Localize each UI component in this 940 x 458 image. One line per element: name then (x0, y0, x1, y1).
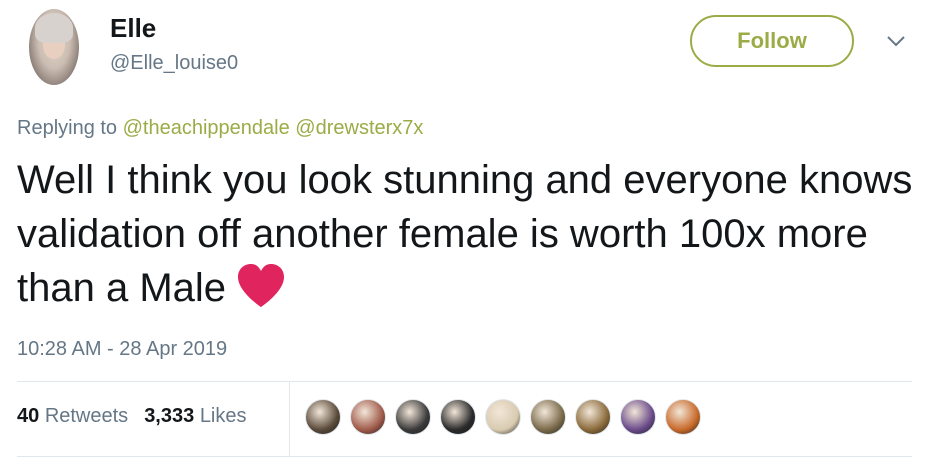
retweets-label: Retweets (44, 405, 129, 427)
replying-to: Replying to @theachippendale @drewsterx7… (17, 117, 423, 140)
divider (17, 381, 912, 382)
liker-avatar-4[interactable] (440, 399, 476, 435)
user-handle[interactable]: @Elle_louise0 (110, 52, 238, 75)
display-name[interactable]: Elle (110, 13, 156, 44)
tweet-timestamp[interactable]: 10:28 AM - 28 Apr 2019 (17, 338, 227, 361)
liker-avatar-2[interactable] (350, 399, 386, 435)
liker-avatar-3[interactable] (395, 399, 431, 435)
heart-icon (238, 264, 285, 307)
tweet-body: Well I think you look stunning and every… (17, 158, 913, 310)
likes-label: Likes (199, 405, 247, 427)
mention-link[interactable]: @drewsterx7x (295, 117, 423, 139)
liker-avatar-9[interactable] (665, 399, 701, 435)
tweet-stats: 40 Retweets 3,333 Likes (17, 405, 247, 428)
retweets-stat[interactable]: 40 Retweets (17, 405, 128, 428)
likers-list (305, 399, 710, 435)
liker-avatar-7[interactable] (575, 399, 611, 435)
liker-avatar-8[interactable] (620, 399, 656, 435)
avatar[interactable] (29, 9, 79, 85)
likes-stat[interactable]: 3,333 Likes (144, 405, 246, 428)
follow-button[interactable]: Follow (690, 15, 854, 67)
liker-avatar-6[interactable] (530, 399, 566, 435)
replying-to-label: Replying to (17, 117, 118, 139)
retweets-count: 40 (17, 405, 40, 427)
divider (289, 381, 290, 456)
tweet-text: Well I think you look stunning and every… (17, 153, 917, 315)
mention-link[interactable]: @theachippendale (123, 117, 290, 139)
divider (17, 456, 912, 457)
chevron-down-icon[interactable] (886, 34, 906, 48)
liker-avatar-5[interactable] (485, 399, 521, 435)
liker-avatar-1[interactable] (305, 399, 341, 435)
likes-count: 3,333 (144, 405, 195, 427)
